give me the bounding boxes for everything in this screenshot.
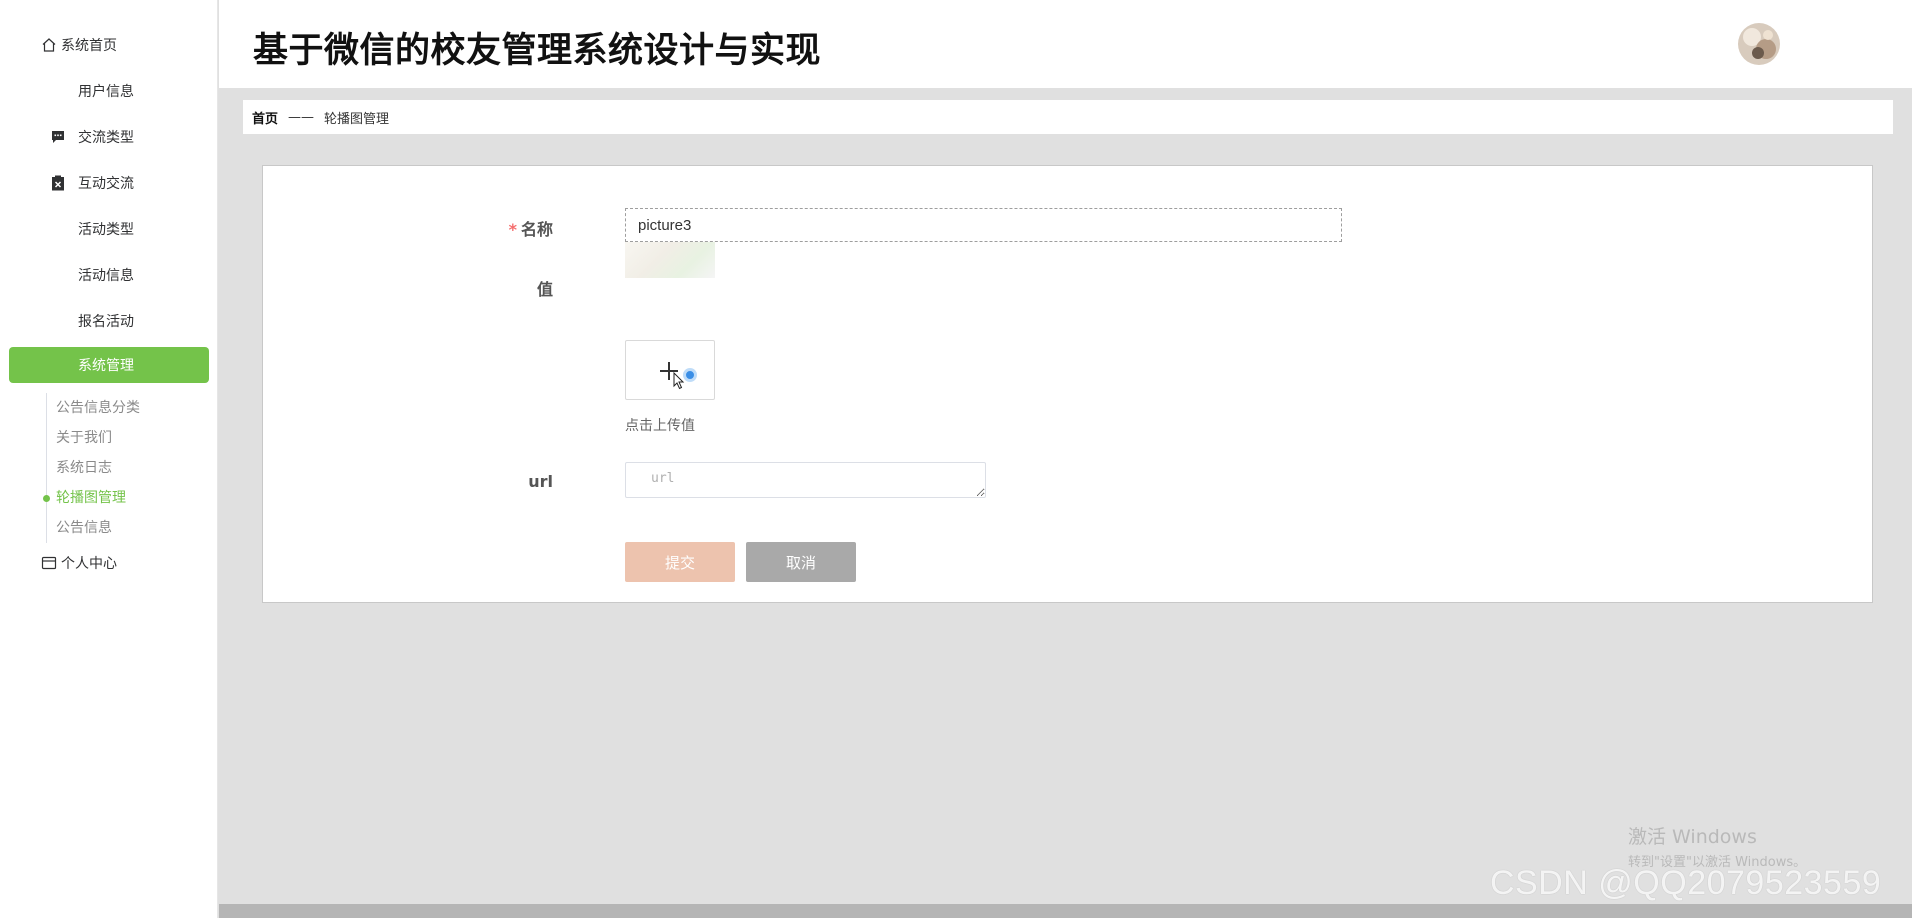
url-textarea[interactable]: [625, 462, 986, 498]
carousel-edit-form: *名称 值 点击上传值 url 提交 取消: [262, 165, 1873, 603]
sidebar-item-label: 系统管理: [78, 358, 134, 374]
submenu-item-notice-category[interactable]: 公告信息分类: [47, 393, 206, 423]
sidebar-item-user-info[interactable]: 用户信息: [9, 73, 209, 109]
sidebar: 系统首页 用户信息 交流类型 互动交流 活动类型 活动信息 报名活动 系统管理 …: [0, 0, 218, 918]
sidebar-item-home[interactable]: 系统首页: [9, 27, 209, 63]
system-management-submenu: 公告信息分类 关于我们 系统日志 轮播图管理 公告信息: [43, 393, 206, 543]
home-icon: [41, 37, 57, 53]
loading-icon: [683, 368, 697, 382]
value-label: 值: [536, 280, 553, 299]
sidebar-item-activity-type[interactable]: 活动类型: [9, 211, 209, 247]
submit-button[interactable]: 提交: [625, 542, 735, 582]
sidebar-item-label: 个人中心: [61, 556, 117, 572]
sidebar-item-label: 活动信息: [78, 268, 134, 284]
grid-icon: [50, 357, 66, 373]
url-label: url: [528, 472, 553, 491]
submenu-item-carousel-management[interactable]: 轮播图管理: [43, 483, 206, 513]
csdn-watermark: CSDN @QQ2079523559: [1490, 864, 1882, 902]
sidebar-item-label: 交流类型: [78, 130, 134, 146]
wallet-icon: [41, 555, 57, 571]
name-label: * 名称: [508, 220, 553, 239]
horizontal-scrollbar[interactable]: [219, 904, 1912, 918]
value-image-thumbnail[interactable]: [625, 242, 715, 278]
page-title: 基于微信的校友管理系统设计与实现: [253, 31, 822, 71]
name-input[interactable]: [625, 208, 1342, 242]
cursor-icon: [673, 371, 685, 394]
breadcrumb-home[interactable]: 首页: [252, 108, 278, 127]
sidebar-item-label: 用户信息: [78, 84, 134, 100]
breadcrumb: 首页 —— 轮播图管理: [243, 100, 1893, 134]
sidebar-item-interaction[interactable]: 互动交流: [9, 165, 209, 201]
required-mark: *: [508, 220, 517, 239]
sidebar-item-label: 互动交流: [78, 176, 134, 192]
breadcrumb-separator: ——: [288, 109, 315, 125]
submenu-item-notice-info[interactable]: 公告信息: [47, 513, 206, 543]
sidebar-item-activity-info[interactable]: 活动信息: [9, 257, 209, 293]
sidebar-item-signup-activity[interactable]: 报名活动: [9, 303, 209, 339]
sidebar-item-label: 系统首页: [61, 38, 117, 54]
grid-icon: [50, 83, 66, 99]
breadcrumb-current: 轮播图管理: [324, 111, 390, 127]
sidebar-item-exchange-type[interactable]: 交流类型: [9, 119, 209, 155]
submenu-item-system-log[interactable]: 系统日志: [47, 453, 206, 483]
avatar[interactable]: [1738, 23, 1780, 65]
windows-activation-watermark: 激活 Windows 转到"设置"以激活 Windows。: [1628, 826, 1807, 870]
header: 基于微信的校友管理系统设计与实现: [219, 0, 1912, 88]
grid-icon: [50, 313, 66, 329]
grid-icon: [50, 267, 66, 283]
clipboard-icon: [50, 175, 66, 191]
sidebar-item-personal-center[interactable]: 个人中心: [9, 545, 209, 581]
upload-hint: 点击上传值: [625, 418, 695, 434]
grid-icon: [50, 221, 66, 237]
comment-icon: [50, 129, 66, 145]
submenu-item-about-us[interactable]: 关于我们: [47, 423, 206, 453]
upload-button[interactable]: [625, 340, 715, 400]
sidebar-item-label: 活动类型: [78, 222, 134, 238]
cancel-button[interactable]: 取消: [746, 542, 856, 582]
sidebar-item-label: 报名活动: [78, 314, 134, 330]
sidebar-item-system-management[interactable]: 系统管理: [9, 347, 209, 383]
